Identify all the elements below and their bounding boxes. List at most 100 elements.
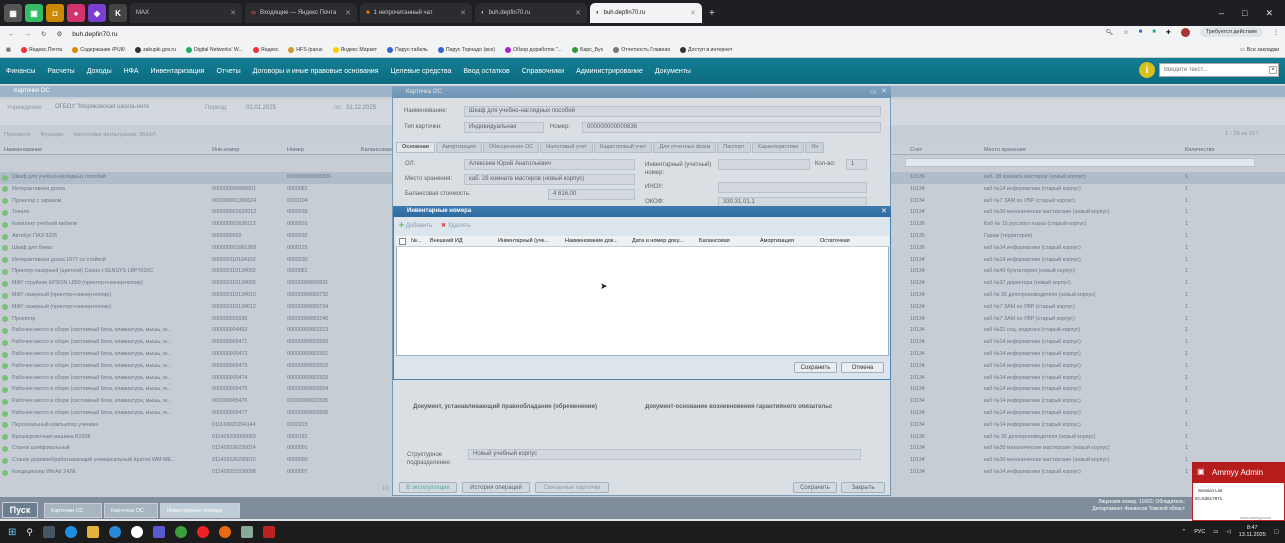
col-header[interactable]: №...	[411, 236, 421, 247]
bookmark[interactable]: Яндекс.Почта	[20, 46, 62, 53]
close-icon[interactable]: ✕	[345, 9, 351, 17]
bookmark[interactable]: Отчетность Главная	[613, 46, 670, 53]
menu-item[interactable]: НФА	[124, 68, 139, 75]
tab-grid-icon[interactable]: ▦	[4, 4, 22, 22]
bookmark[interactable]: Digital Networks' W...	[186, 46, 243, 53]
col-header[interactable]: Количество	[1185, 147, 1215, 153]
bookmark[interactable]: HFS /parus	[288, 46, 323, 53]
url-field[interactable]: buh.depfin70.ru	[72, 31, 117, 38]
maximize-icon[interactable]: □	[1242, 8, 1247, 18]
search-input[interactable]	[1159, 63, 1279, 77]
apps-icon[interactable]: ▦	[6, 47, 11, 53]
site-info-icon[interactable]: ⚙	[56, 30, 62, 38]
window-tab-inv-numbers[interactable]: Инвентарные номера	[160, 503, 240, 518]
avatar[interactable]	[1180, 27, 1190, 37]
puzzle-icon[interactable]: ✚	[1166, 29, 1171, 36]
firefox-icon[interactable]	[218, 526, 231, 538]
close-icon[interactable]: ✕	[460, 9, 466, 17]
menu-item[interactable]: Справочники	[522, 68, 564, 75]
all-bookmarks[interactable]: ▭ Все закладки	[1240, 47, 1279, 53]
menu-item[interactable]: Документы	[655, 68, 691, 75]
menu-item[interactable]: Отчеты	[216, 68, 240, 75]
browser-tab[interactable]: MAX ✕	[130, 3, 242, 23]
extension-icon[interactable]: ■	[1152, 29, 1156, 35]
col-header[interactable]: Инвентарный (уче...	[498, 236, 549, 247]
minimize-icon[interactable]: –	[1219, 8, 1224, 18]
menu-item[interactable]: Договоры и иные правовые основания	[253, 68, 379, 75]
col-header[interactable]: Счет	[910, 147, 922, 153]
institution-field[interactable]: ОГБОУ "Моряковская школа-инте	[55, 104, 165, 110]
bookmark[interactable]: Содержание /PU8/	[72, 46, 125, 53]
col-header[interactable]: Амортизация	[760, 236, 794, 247]
close-icon[interactable]: ✕	[881, 207, 887, 215]
network-icon[interactable]: ▭	[1213, 529, 1218, 535]
action-required-button[interactable]: Требуется действие	[1199, 27, 1263, 37]
start-button[interactable]: Пуск	[2, 502, 38, 518]
col-header[interactable]: Место хранения	[984, 147, 1026, 153]
col-header[interactable]: Инв.номер	[212, 147, 239, 153]
bookmark[interactable]: zakupki.gov.ru	[134, 46, 176, 53]
save-button[interactable]: Сохранить	[794, 362, 837, 373]
edge-icon[interactable]	[64, 526, 77, 538]
menu-item[interactable]: Доходы	[87, 68, 112, 75]
back-icon[interactable]: ←	[8, 31, 15, 38]
close-icon[interactable]: ✕	[230, 9, 236, 17]
menu-item[interactable]: Расчеты	[47, 68, 74, 75]
search-icon[interactable]: ⚲	[26, 527, 33, 538]
bookmark[interactable]: Яндекс	[252, 46, 278, 53]
menu-item[interactable]: Инвентаризация	[151, 68, 205, 75]
col-header[interactable]: Внешний ИД	[430, 236, 463, 247]
star-icon[interactable]: ☆	[1123, 29, 1128, 36]
select-all-checkbox[interactable]	[399, 238, 406, 245]
functions-button[interactable]: Функции	[40, 132, 63, 138]
app-icon[interactable]	[240, 526, 253, 538]
chevron-up-icon[interactable]: ⌃	[1182, 529, 1187, 535]
taskview-icon[interactable]	[42, 526, 55, 538]
windows-icon[interactable]: ⊞	[8, 527, 16, 538]
filter-row[interactable]	[905, 158, 1255, 167]
add-button[interactable]: ✚ Добавить	[399, 222, 432, 229]
browser-tab[interactable]: ✉ Входящие — Яндекс Почта ✕	[245, 3, 357, 23]
view-button[interactable]: Просмотр	[4, 132, 30, 138]
menu-item[interactable]: Финансы	[6, 68, 35, 75]
col-header[interactable]: Номер	[287, 147, 304, 153]
new-tab-icon[interactable]: +	[709, 8, 715, 19]
lang-indicator[interactable]: РУС	[1194, 529, 1205, 535]
col-header[interactable]: Наименование док...	[565, 236, 618, 247]
bookmark[interactable]: Барс_Бух	[572, 46, 603, 53]
browser-tab[interactable]: ◐ buh.depfin70.ru ✕	[475, 3, 587, 23]
bookmark[interactable]: Доступ в интернет	[680, 46, 732, 53]
inv-grid[interactable]	[396, 236, 889, 356]
col-header[interactable]: Наименование	[4, 147, 42, 153]
menu-item[interactable]: Администрирование	[576, 68, 643, 75]
extension-icon[interactable]: ■	[1139, 29, 1143, 35]
tab-app-icon[interactable]: ●	[67, 4, 85, 22]
window-tab-card[interactable]: Карточка ОС	[104, 503, 158, 518]
col-header[interactable]: Балансовая	[361, 147, 392, 153]
col-header[interactable]: Балансовая	[699, 236, 730, 247]
menu-item[interactable]: Ввод остатков	[463, 68, 509, 75]
bookmark[interactable]: Парус Торнадо (все)	[437, 46, 495, 53]
browser-tab[interactable]: ■ 1 непрочитанный чат ✕	[360, 3, 472, 23]
clock[interactable]: 8:47 13.11.2025	[1239, 525, 1266, 539]
tab-app-icon[interactable]: K	[109, 4, 127, 22]
volume-icon[interactable]: ◁	[1226, 529, 1230, 535]
close-icon[interactable]: ✕	[690, 9, 696, 17]
close-icon[interactable]: ✕	[575, 9, 581, 17]
delete-button[interactable]: ✖ Удалить	[441, 222, 471, 229]
close-window-icon[interactable]: ✕	[1265, 8, 1273, 19]
tab-app-icon[interactable]: ▣	[25, 4, 43, 22]
tab-app-icon[interactable]: ◆	[88, 4, 106, 22]
menu-icon[interactable]: ⋮	[1273, 29, 1279, 36]
window-tab-cards[interactable]: Карточки ОС	[44, 503, 102, 518]
notification-icon[interactable]: ▢	[1274, 529, 1279, 535]
app-icon[interactable]	[152, 526, 165, 538]
bookmark[interactable]: Обзор доработок "...	[505, 46, 562, 53]
period-to-field[interactable]: 31.12.2025	[346, 105, 376, 111]
forward-icon[interactable]: →	[25, 31, 32, 38]
zoom-icon[interactable]: 🔍︎	[1106, 29, 1114, 36]
yandex-icon[interactable]	[196, 526, 209, 538]
app-icon[interactable]	[130, 526, 143, 538]
bookmark[interactable]: Яндекс Маркет	[332, 46, 377, 53]
clear-icon[interactable]: ×	[1269, 66, 1277, 74]
